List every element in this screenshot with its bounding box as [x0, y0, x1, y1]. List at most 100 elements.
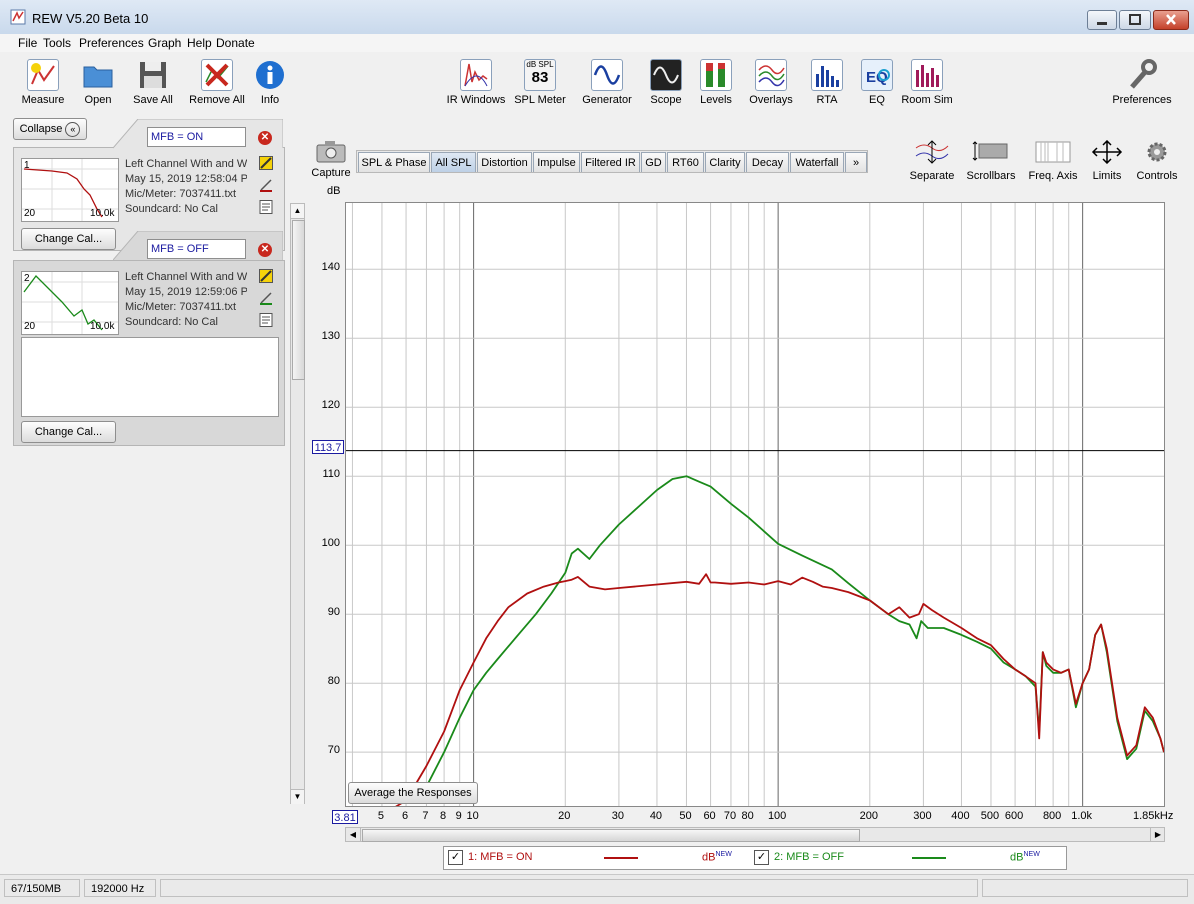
scroll-down-icon[interactable]: ▼: [291, 789, 304, 804]
measure-button[interactable]: Measure: [18, 59, 68, 106]
tab-impulse[interactable]: Impulse: [533, 152, 580, 172]
change-cal-button-1[interactable]: Change Cal...: [21, 228, 116, 250]
notes-icon-1[interactable]: [259, 200, 273, 217]
tab-spl-phase[interactable]: SPL & Phase: [358, 152, 430, 172]
controls-button[interactable]: Controls: [1134, 140, 1180, 182]
freq-axis-button[interactable]: Freq. Axis: [1024, 140, 1082, 182]
capture-button[interactable]: Capture: [311, 140, 351, 179]
ir-windows-button[interactable]: IR Windows: [446, 59, 506, 106]
eq-label: EQ: [869, 94, 885, 106]
tab-gd[interactable]: GD: [641, 152, 666, 172]
eq-button[interactable]: EQ EQ: [860, 59, 894, 106]
rta-label: RTA: [816, 94, 838, 106]
separate-button[interactable]: Separate: [906, 140, 958, 182]
menu-preferences[interactable]: Preferences: [79, 36, 144, 50]
close-button[interactable]: [1153, 10, 1189, 30]
rta-button[interactable]: RTA: [810, 59, 844, 106]
measurement-soundcard-2: Soundcard: No Cal: [125, 316, 218, 328]
notes-area[interactable]: [21, 337, 279, 417]
tab-rt60[interactable]: RT60: [667, 152, 704, 172]
legend-checkbox-1[interactable]: ✓: [448, 850, 463, 865]
edit-icon-1[interactable]: [259, 156, 273, 173]
measurement-name-field-1[interactable]: MFB = ON: [147, 127, 246, 147]
tab-all-spl[interactable]: All SPL: [431, 152, 476, 172]
average-responses-button[interactable]: Average the Responses: [348, 782, 478, 804]
line-style-icon-1[interactable]: [259, 178, 273, 195]
spl-meter-button[interactable]: dB SPL 83 SPL Meter: [513, 59, 567, 106]
minimize-button[interactable]: [1087, 10, 1117, 30]
limits-icon: [1086, 139, 1128, 167]
tab-waterfall[interactable]: Waterfall: [790, 152, 844, 172]
separate-icon: [906, 140, 958, 167]
open-button[interactable]: Open: [76, 59, 120, 106]
scroll-left-icon[interactable]: ◀: [346, 828, 361, 841]
tab-decay[interactable]: Decay: [746, 152, 789, 172]
title-bar: REW V5.20 Beta 10: [0, 0, 1194, 35]
menu-tools[interactable]: Tools: [43, 36, 71, 50]
x-tick-label: 600: [1004, 810, 1024, 822]
collapse-button[interactable]: Collapse «: [13, 118, 87, 140]
info-button[interactable]: Info: [252, 59, 288, 106]
limits-button[interactable]: Limits: [1086, 139, 1128, 182]
save-all-button[interactable]: Save All: [128, 59, 178, 106]
tab-more[interactable]: »: [845, 152, 867, 172]
chevron-left-icon: «: [65, 121, 81, 137]
delete-measurement-icon-2[interactable]: ✕: [258, 243, 272, 257]
notes-icon-2[interactable]: [259, 313, 273, 330]
maximize-button[interactable]: [1119, 10, 1151, 30]
spl-graph[interactable]: Average the Responses: [345, 202, 1165, 807]
line-style-icon-2[interactable]: [259, 291, 273, 308]
room-sim-label: Room Sim: [901, 94, 953, 106]
thumbnail-end-2: 10.0k: [90, 321, 115, 332]
panel-scrollbar[interactable]: ▲ ▼: [290, 203, 305, 804]
change-cal-button-2[interactable]: Change Cal...: [21, 421, 116, 443]
graph-scroll-thumb[interactable]: [362, 829, 860, 842]
measurement-panel-2[interactable]: 2 20 10.0k Left Channel With and Wi May …: [13, 260, 285, 446]
panel-scroll-thumb[interactable]: [292, 220, 305, 380]
levels-button[interactable]: Levels: [696, 59, 736, 106]
scope-icon: [650, 59, 682, 91]
info-icon: [254, 59, 286, 91]
y-tick-label: 130: [321, 330, 340, 343]
tab-clarity[interactable]: Clarity: [705, 152, 745, 172]
thumbnail-start-1: 20: [24, 208, 36, 219]
overlays-icon: [755, 59, 787, 91]
measurement-thumbnail-2[interactable]: 2 20 10.0k: [21, 271, 119, 335]
scrollbars-button[interactable]: Scrollbars: [962, 140, 1020, 182]
menu-help[interactable]: Help: [187, 36, 212, 50]
scroll-right-icon[interactable]: ▶: [1150, 828, 1165, 841]
spl-meter-icon-caption: dB SPL: [526, 60, 554, 69]
ir-windows-icon: [460, 59, 492, 91]
room-sim-button[interactable]: Room Sim: [900, 59, 954, 106]
menu-donate[interactable]: Donate: [216, 36, 255, 50]
controls-label: Controls: [1136, 170, 1178, 182]
spl-graph-canvas: [346, 203, 1164, 806]
cursor-x-readout: 3.81: [332, 810, 358, 824]
legend-checkbox-2[interactable]: ✓: [754, 850, 769, 865]
legend-label-1: 1: MFB = ON: [468, 851, 533, 863]
remove-all-button[interactable]: Remove All: [188, 59, 246, 106]
measurement-meter-1: Mic/Meter: 7037411.txt: [125, 188, 237, 200]
measurement-date-1: May 15, 2019 12:58:04 PM: [125, 173, 247, 185]
scroll-up-icon[interactable]: ▲: [291, 204, 304, 219]
legend-unit-sup-2: NEW: [1023, 851, 1040, 858]
overlays-button[interactable]: Overlays: [746, 59, 796, 106]
generator-button[interactable]: Generator: [580, 59, 634, 106]
delete-measurement-icon-1[interactable]: ✕: [258, 131, 272, 145]
measurement-desc-1: Left Channel With and Wi: [125, 158, 247, 170]
measurement-thumbnail-1[interactable]: 1 20 10.0k: [21, 158, 119, 222]
measurement-name-field-2[interactable]: MFB = OFF: [147, 239, 246, 259]
graph-scrollbar[interactable]: ◀ ▶: [345, 827, 1165, 842]
remove-all-icon: [201, 59, 233, 91]
preferences-button[interactable]: Preferences: [1110, 59, 1174, 106]
edit-icon-2[interactable]: [259, 269, 273, 286]
tab-filtered-ir[interactable]: Filtered IR: [581, 152, 640, 172]
menu-graph[interactable]: Graph: [148, 36, 181, 50]
scope-button[interactable]: Scope: [646, 59, 686, 106]
thumbnail-start-2: 20: [24, 321, 36, 332]
spl-meter-label: SPL Meter: [514, 94, 566, 106]
wrench-icon: [1126, 59, 1158, 91]
menu-file[interactable]: File: [18, 36, 37, 50]
room-sim-icon: [911, 59, 943, 91]
tab-distortion[interactable]: Distortion: [477, 152, 532, 172]
